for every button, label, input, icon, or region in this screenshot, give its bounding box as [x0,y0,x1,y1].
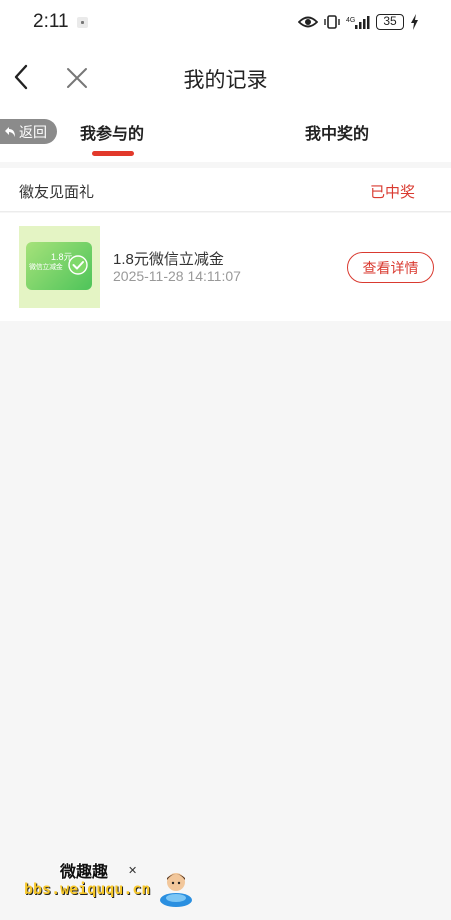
list-item: 1.8元 微信立减金 1.8元微信立减金 2025-11-28 14:11:07… [0,213,451,321]
section-title: 徽友见面礼 [19,184,95,201]
tab-active-indicator [92,151,134,156]
record-time: 2025-11-28 14:11:07 [113,268,241,284]
return-button[interactable]: 返回 [0,119,57,144]
prize-thumbnail: 1.8元 微信立减金 [19,226,100,308]
header: 我的记录 [0,44,451,110]
status-bar: 2:11 4G 35 [0,0,451,44]
view-details-button[interactable]: 查看详情 [347,252,434,283]
section-status: 已中奖 [369,184,415,201]
notification-icon [77,17,88,28]
return-label: 返回 [19,123,47,140]
tab-won[interactable]: 我中奖的 [305,120,369,144]
thumb-caption: 微信立减金 [29,264,63,271]
status-time: 2:11 [33,11,69,32]
status-icons: 4G 35 [298,12,419,32]
tab-bar: 我参与的 我中奖的 [0,110,451,162]
voucher-card: 1.8元 微信立减金 [26,242,92,290]
watermark-title: 微趣趣 [60,864,109,881]
vibrate-icon [324,15,340,29]
battery-icon: 35 [376,14,404,30]
eye-icon [298,16,318,28]
bolt-icon [411,14,418,30]
check-icon [68,255,88,275]
page-title: 我的记录 [183,69,268,92]
watermark-url: bbs.weiququ.cn [24,880,151,898]
section-header: 徽友见面礼 已中奖 [0,168,451,212]
watermark-mark: ✕ [128,865,138,877]
record-name: 1.8元微信立减金 [113,251,224,268]
network-label: 4G [346,17,355,24]
signal-icon: 4G [346,16,370,29]
return-arrow-icon [5,126,15,137]
tab-participated[interactable]: 我参与的 [80,120,144,144]
mascot-icon [160,873,192,907]
